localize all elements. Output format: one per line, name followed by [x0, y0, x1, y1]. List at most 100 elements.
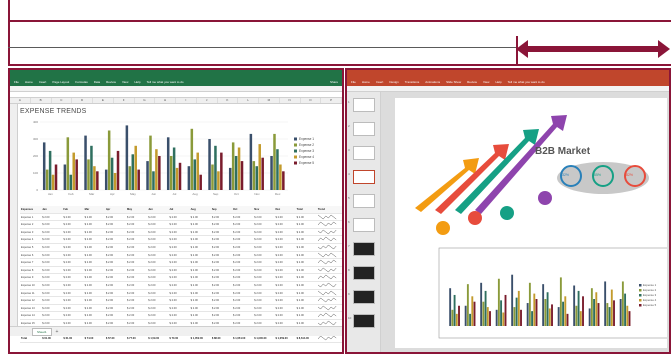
- table-cell[interactable]: $ 2.00: [296, 221, 317, 228]
- table-cell[interactable]: Expense 1: [20, 214, 41, 221]
- table-cell[interactable]: $ 2.00: [168, 214, 189, 221]
- table-cell[interactable]: $ 2.00: [126, 214, 147, 221]
- column-header-k[interactable]: K: [218, 98, 239, 103]
- slide-thumbnail-6[interactable]: [353, 218, 375, 232]
- ppt-menu-transitions[interactable]: Transitions: [405, 80, 420, 84]
- table-cell[interactable]: $ 2.00: [253, 221, 274, 228]
- table-cell[interactable]: $ 2.00: [147, 297, 168, 304]
- table-cell[interactable]: Mar: [83, 206, 105, 213]
- sheet-tab-sheet1[interactable]: Sheet1: [32, 327, 52, 336]
- table-cell[interactable]: $ 2.00: [41, 282, 62, 289]
- table-cell[interactable]: $ 2.00: [62, 236, 83, 243]
- table-cell[interactable]: $ 2.00: [211, 305, 232, 312]
- column-header-n[interactable]: N: [280, 98, 301, 103]
- table-cell[interactable]: $ 2.00: [232, 282, 253, 289]
- excel-menu-insert[interactable]: Insert: [39, 80, 47, 84]
- table-cell[interactable]: $ 2.00: [274, 267, 295, 274]
- table-cell[interactable]: Expense 2: [20, 221, 41, 228]
- table-cell[interactable]: $ 2.00: [41, 305, 62, 312]
- table-cell[interactable]: $ 2.00: [105, 297, 126, 304]
- excel-sheet[interactable]: EXPENSE TRENDS 0 100 200 300 400 Jan Feb Mar Apr…: [10, 104, 342, 343]
- table-cell[interactable]: [317, 282, 342, 289]
- table-cell[interactable]: $ 2.00: [274, 221, 295, 228]
- table-cell[interactable]: $ 2.00: [211, 312, 232, 319]
- table-cell[interactable]: $ 2.00: [41, 252, 62, 259]
- table-cell[interactable]: $ 2.00: [296, 267, 317, 274]
- table-cell[interactable]: $ 2.00: [211, 282, 232, 289]
- table-cell[interactable]: $ 2.00: [211, 252, 232, 259]
- table-cell[interactable]: Jan: [41, 206, 63, 213]
- ppt-menu-design[interactable]: Design: [389, 80, 398, 84]
- table-row[interactable]: Expense 4 $ 2.00 $ 2.00 $ 2.00 $ 2.00 $ 2.00 $…: [20, 236, 342, 244]
- table-cell[interactable]: $ 2.00: [62, 297, 83, 304]
- table-cell[interactable]: $ 2.00: [232, 274, 253, 281]
- table-cell[interactable]: Nov: [253, 206, 275, 213]
- table-cell[interactable]: $ 1,000.00: [253, 335, 274, 342]
- table-row[interactable]: Expense 5 $ 2.00 $ 2.00 $ 2.00 $ 2.00 $ 2.00 $…: [20, 244, 342, 252]
- table-cell[interactable]: $ 2.00: [274, 229, 295, 236]
- ppt-menu-home[interactable]: Home: [362, 80, 370, 84]
- ppt-menu-review[interactable]: Review: [467, 80, 477, 84]
- column-header-o[interactable]: O: [301, 98, 322, 103]
- table-cell[interactable]: $ 2.00: [41, 274, 62, 281]
- table-cell[interactable]: [317, 312, 342, 319]
- table-cell[interactable]: $ 2.00: [147, 259, 168, 266]
- excel-menu-home[interactable]: Home: [25, 80, 33, 84]
- ppt-menu-insert[interactable]: Insert: [376, 80, 384, 84]
- table-row[interactable]: Expense 13 $ 2.00 $ 2.00 $ 2.00 $ 2.00 $ 2.00…: [20, 305, 342, 313]
- table-cell[interactable]: $ 2.00: [126, 290, 147, 297]
- table-cell[interactable]: $ 2.00: [190, 214, 211, 221]
- table-cell[interactable]: $ 2.00: [126, 252, 147, 259]
- table-cell[interactable]: $ 2.00: [147, 305, 168, 312]
- table-cell[interactable]: $ 2.00: [147, 267, 168, 274]
- expense-bar-chart[interactable]: 0 100 200 300 400 Jan Feb Mar Apr May Jun Jul Aug Sep…: [26, 118, 334, 200]
- table-cell[interactable]: $ 2.00: [105, 305, 126, 312]
- slide-thumbnail-10[interactable]: [353, 314, 375, 328]
- table-cell[interactable]: [317, 214, 342, 221]
- table-cell[interactable]: $ 2.00: [147, 244, 168, 251]
- ppt-tell-me[interactable]: Tell me what you want to do: [508, 80, 545, 84]
- table-cell[interactable]: $ 2.00: [296, 297, 317, 304]
- column-header-b[interactable]: B: [31, 98, 52, 103]
- excel-menu-file[interactable]: File: [14, 80, 19, 84]
- table-cell[interactable]: $ 2.00: [62, 229, 83, 236]
- slide-thumbnail-7[interactable]: [353, 242, 375, 256]
- table-cell[interactable]: $ 2.00: [41, 244, 62, 251]
- table-cell[interactable]: $ 2.00: [147, 236, 168, 243]
- table-cell[interactable]: $ 2.00: [41, 297, 62, 304]
- table-cell[interactable]: $ 2.00: [274, 290, 295, 297]
- table-cell[interactable]: $ 2.00: [253, 297, 274, 304]
- table-cell[interactable]: $ 2.00: [105, 312, 126, 319]
- table-cell[interactable]: Expense 6: [20, 252, 41, 259]
- table-cell[interactable]: $ 2.00: [296, 259, 317, 266]
- table-cell[interactable]: $ 2.00: [232, 297, 253, 304]
- table-cell[interactable]: $ 2.00: [41, 236, 62, 243]
- table-row[interactable]: Expense 9 $ 2.00 $ 2.00 $ 2.00 $ 2.00 $ 2.00 $…: [20, 274, 342, 282]
- table-cell[interactable]: $ 2.00: [274, 274, 295, 281]
- table-cell[interactable]: $ 2.00: [41, 229, 62, 236]
- table-cell[interactable]: $ 1,59.00: [147, 335, 168, 342]
- table-cell[interactable]: $ 2.00: [253, 267, 274, 274]
- table-cell[interactable]: Expense 5: [20, 244, 41, 251]
- excel-menu-view[interactable]: View: [122, 80, 128, 84]
- table-cell[interactable]: $ 2.00: [84, 214, 105, 221]
- table-cell[interactable]: $ 2.00: [168, 305, 189, 312]
- table-cell[interactable]: $ 2.00: [84, 305, 105, 312]
- column-header-m[interactable]: M: [259, 98, 280, 103]
- table-cell[interactable]: $ 2.00: [105, 274, 126, 281]
- table-cell[interactable]: $ 2.00: [84, 236, 105, 243]
- table-cell[interactable]: May: [126, 206, 148, 213]
- table-cell[interactable]: Expense 10: [20, 282, 41, 289]
- table-cell[interactable]: Feb: [62, 206, 84, 213]
- table-cell[interactable]: $ 2.00: [105, 236, 126, 243]
- table-cell[interactable]: $ 2.00: [105, 214, 126, 221]
- table-cell[interactable]: $ 2.00: [84, 274, 105, 281]
- table-cell[interactable]: Aug: [189, 206, 211, 213]
- current-slide[interactable]: B2B Market 32% 65% 82% Expense 1 Expense …: [395, 98, 667, 348]
- table-cell[interactable]: $ 2.00: [190, 267, 211, 274]
- add-sheet-button[interactable]: +: [56, 329, 59, 335]
- expense-table[interactable]: Expenses Jan Feb Mar Apr May Jun Jul Aug Sep Oct No…: [20, 206, 342, 343]
- table-cell[interactable]: $ 2.00: [253, 236, 274, 243]
- table-cell[interactable]: Expense 14: [20, 312, 41, 319]
- excel-menu-data[interactable]: Data: [94, 80, 100, 84]
